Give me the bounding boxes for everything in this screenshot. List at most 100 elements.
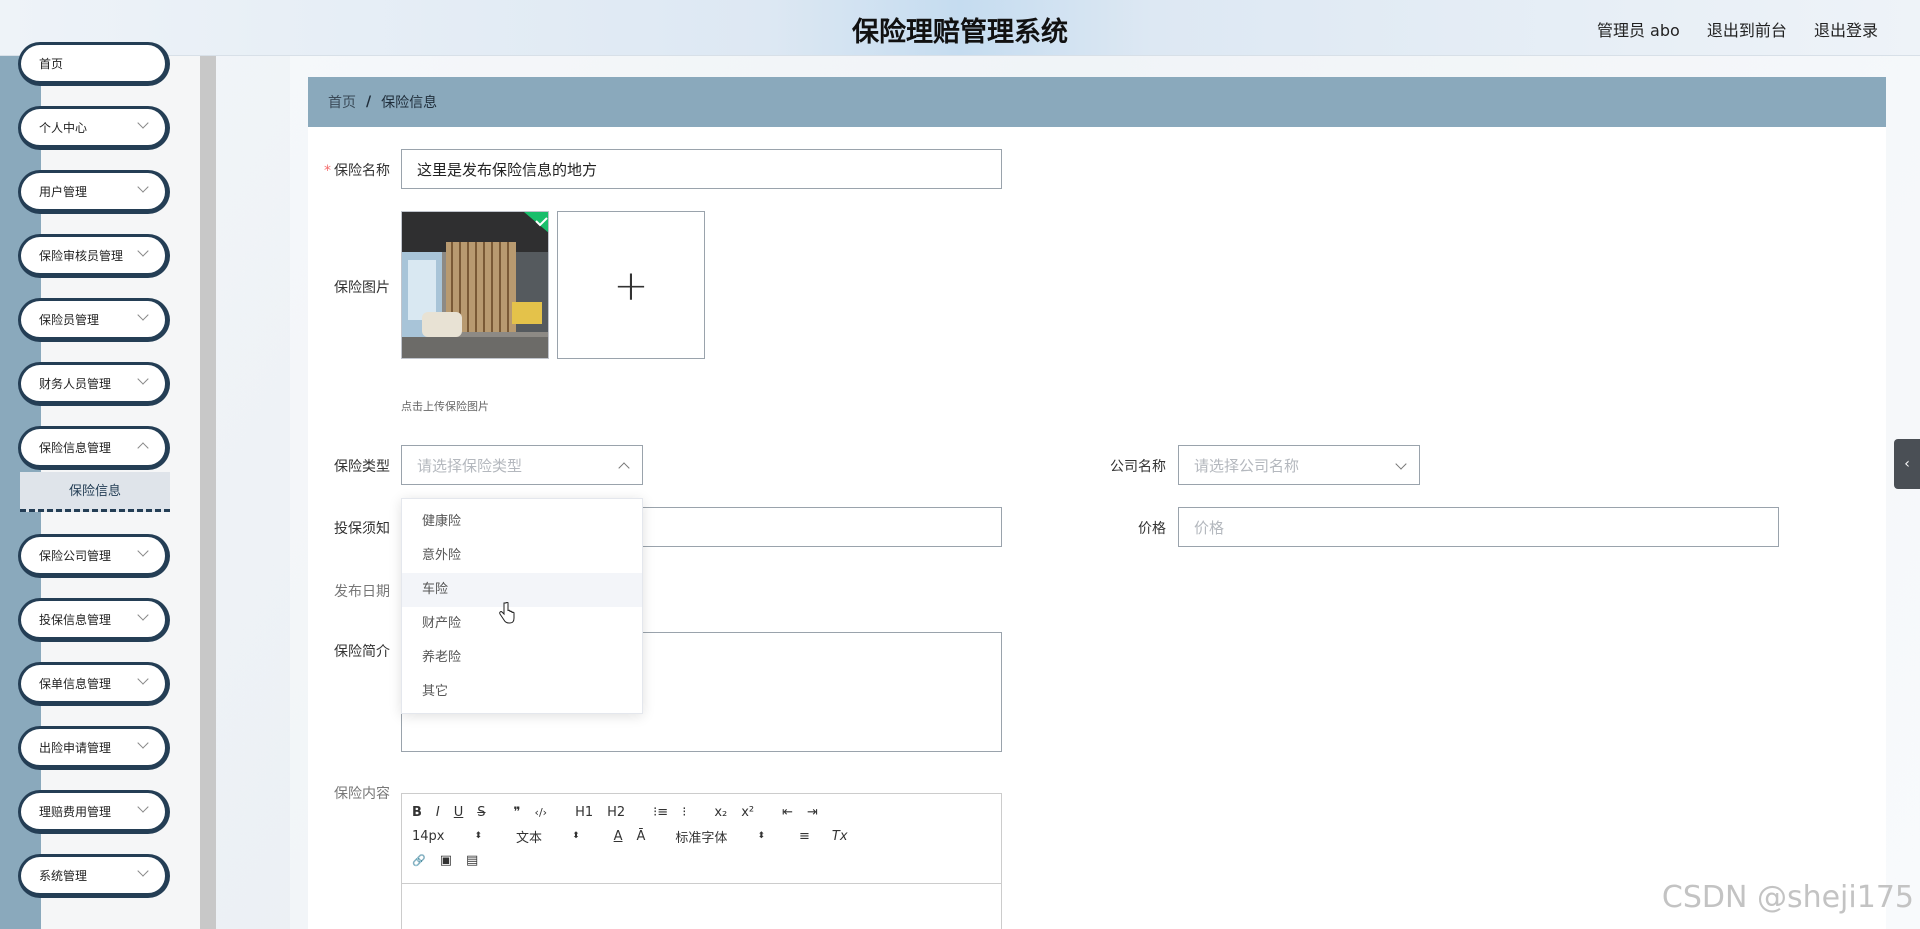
required-mark: * — [324, 163, 331, 179]
chevron-up-icon — [137, 442, 149, 454]
superscript-button[interactable]: x² — [741, 805, 754, 820]
editor-toolbar-row: B I U S ❞ ‹/› H1 H2 ⁝≡ ⁝ x₂ x² ⇤ ⇥ — [412, 800, 991, 824]
sidebar-item-agents[interactable]: 保险员管理 — [18, 298, 170, 342]
indent-button[interactable]: ⇥ — [807, 805, 818, 820]
sidebar-item-policies[interactable]: 保单信息管理 — [18, 662, 170, 706]
sidebar-item-enrollment[interactable]: 投保信息管理 — [18, 598, 170, 642]
dropdown-option[interactable]: 车险 — [402, 573, 642, 607]
company-select[interactable]: 请选择公司名称 — [1178, 445, 1420, 485]
chevron-down-icon — [137, 673, 149, 685]
price-input[interactable]: 价格 — [1178, 507, 1779, 547]
chevron-down-icon — [137, 245, 149, 257]
exit-to-front-link[interactable]: 退出到前台 — [1707, 21, 1787, 40]
font-family-select[interactable]: 标准字体 ⬍ — [675, 827, 765, 846]
top-bar: 保险理赔管理系统 管理员 abo 退出到前台 退出登录 — [0, 0, 1920, 56]
chevron-down-icon — [137, 309, 149, 321]
hand-cursor-icon — [499, 602, 515, 624]
company-label: 公司名称 — [1110, 459, 1166, 475]
insurance-type-select[interactable]: 请选择保险类型 — [401, 445, 643, 485]
font-color-button[interactable]: A — [614, 829, 623, 844]
date-label: 发布日期 — [334, 584, 390, 600]
sidebar-scrollbar[interactable] — [200, 56, 216, 929]
sidebar-item-label: 财务人员管理 — [39, 376, 112, 391]
chevron-down-icon — [137, 373, 149, 385]
breadcrumb-home[interactable]: 首页 — [328, 92, 356, 112]
sidebar-item-system[interactable]: 系统管理 — [18, 854, 170, 898]
sidebar-item-auditors[interactable]: 保险审核员管理 — [18, 234, 170, 278]
align-button[interactable]: ≡ — [799, 829, 810, 844]
rich-text-editor[interactable]: B I U S ❞ ‹/› H1 H2 ⁝≡ ⁝ x₂ x² ⇤ ⇥ 14px ⬍… — [401, 793, 1002, 929]
text-style-select[interactable]: 文本 ⬍ — [516, 827, 580, 846]
chevron-down-icon — [137, 545, 149, 557]
side-panel-toggle[interactable]: ‹ — [1894, 439, 1920, 489]
sidebar-item-label: 保险审核员管理 — [39, 248, 124, 263]
image-upload-add-button[interactable]: + — [557, 211, 705, 359]
sidebar-item-claims-request[interactable]: 出险申请管理 — [18, 726, 170, 770]
chevron-down-icon — [137, 609, 149, 621]
chevron-down-icon — [137, 181, 149, 193]
dropdown-option[interactable]: 意外险 — [402, 539, 642, 573]
ordered-list-button[interactable]: ⁝≡ — [653, 805, 668, 820]
insurance-type-dropdown: 健康险 意外险 车险 财产险 养老险 其它 — [401, 498, 643, 714]
chevron-down-icon — [137, 737, 149, 749]
sidebar-item-insurance-info[interactable]: 保险信息管理 — [18, 426, 170, 470]
font-size-select[interactable]: 14px ⬍ — [412, 829, 482, 844]
image-label: 保险图片 — [334, 280, 390, 296]
font-family-value: 标准字体 — [675, 830, 728, 846]
sidebar-item-label: 个人中心 — [39, 120, 88, 135]
sidebar-item-claim-fees[interactable]: 理赔费用管理 — [18, 790, 170, 834]
blockquote-button[interactable]: ❞ — [514, 805, 521, 820]
sidebar-item-label: 出险申请管理 — [39, 740, 112, 755]
intro-label: 保险简介 — [334, 644, 390, 660]
uploaded-image-thumbnail[interactable] — [401, 211, 549, 359]
breadcrumb: 首页 / 保险信息 — [308, 77, 1886, 127]
editor-toolbar-row: 🔗 ▣ ▤ — [412, 848, 991, 872]
admin-user: 管理员 abo — [1596, 21, 1680, 40]
chevron-down-icon — [1395, 458, 1407, 470]
sidebar-item-users[interactable]: 用户管理 — [18, 170, 170, 214]
subscript-button[interactable]: x₂ — [714, 805, 727, 820]
image-upload-tip: 点击上传保险图片 — [401, 400, 489, 413]
submenu-insurance-info[interactable]: 保险信息 — [20, 472, 170, 512]
editor-toolbar: B I U S ❞ ‹/› H1 H2 ⁝≡ ⁝ x₂ x² ⇤ ⇥ 14px ⬍… — [402, 794, 1001, 884]
font-size-value: 14px — [412, 828, 445, 844]
background-color-button[interactable]: Ā — [637, 829, 646, 844]
sidebar-item-label: 投保信息管理 — [39, 612, 112, 627]
sidebar-item-home[interactable]: 首页 — [18, 42, 170, 86]
sidebar-item-label: 用户管理 — [39, 184, 88, 199]
name-label-text: 保险名称 — [334, 163, 390, 179]
h2-button[interactable]: H2 — [607, 805, 625, 820]
sidebar-item-label: 保险员管理 — [39, 312, 100, 327]
chevron-down-icon — [137, 801, 149, 813]
image-icon[interactable]: ▣ — [440, 853, 452, 868]
chevron-left-icon: ‹ — [1904, 456, 1910, 472]
strike-button[interactable]: S — [477, 805, 485, 820]
h1-button[interactable]: H1 — [575, 805, 593, 820]
breadcrumb-current: 保险信息 — [381, 95, 438, 111]
dropdown-option[interactable]: 健康险 — [402, 505, 642, 539]
sidebar-item-label: 理赔费用管理 — [39, 804, 112, 819]
outdent-button[interactable]: ⇤ — [782, 805, 793, 820]
clear-format-button[interactable]: Tx — [832, 829, 848, 844]
logout-link[interactable]: 退出登录 — [1814, 21, 1878, 40]
dropdown-option[interactable]: 财产险 — [402, 607, 642, 641]
video-icon[interactable]: ▤ — [466, 853, 478, 868]
bold-button[interactable]: B — [412, 805, 422, 820]
sidebar-item-label: 保单信息管理 — [39, 676, 112, 691]
sidebar-item-profile[interactable]: 个人中心 — [18, 106, 170, 150]
dropdown-option[interactable]: 其它 — [402, 675, 642, 709]
dropdown-option[interactable]: 养老险 — [402, 641, 642, 675]
sidebar-item-finance[interactable]: 财务人员管理 — [18, 362, 170, 406]
code-block-button[interactable]: ‹/› — [535, 806, 548, 819]
header-actions: 管理员 abo 退出到前台 退出登录 — [1575, 17, 1878, 41]
sidebar-item-label: 保险信息管理 — [39, 440, 112, 455]
price-label: 价格 — [1138, 521, 1166, 537]
chevron-down-icon — [137, 865, 149, 877]
underline-button[interactable]: U — [454, 805, 464, 820]
type-label: 保险类型 — [334, 459, 390, 475]
link-icon[interactable]: 🔗 — [412, 854, 426, 867]
name-input[interactable]: 这里是发布保险信息的地方 — [401, 149, 1002, 189]
bullet-list-button[interactable]: ⁝ — [682, 805, 686, 820]
italic-button[interactable]: I — [436, 805, 440, 820]
sidebar-item-companies[interactable]: 保险公司管理 — [18, 534, 170, 578]
